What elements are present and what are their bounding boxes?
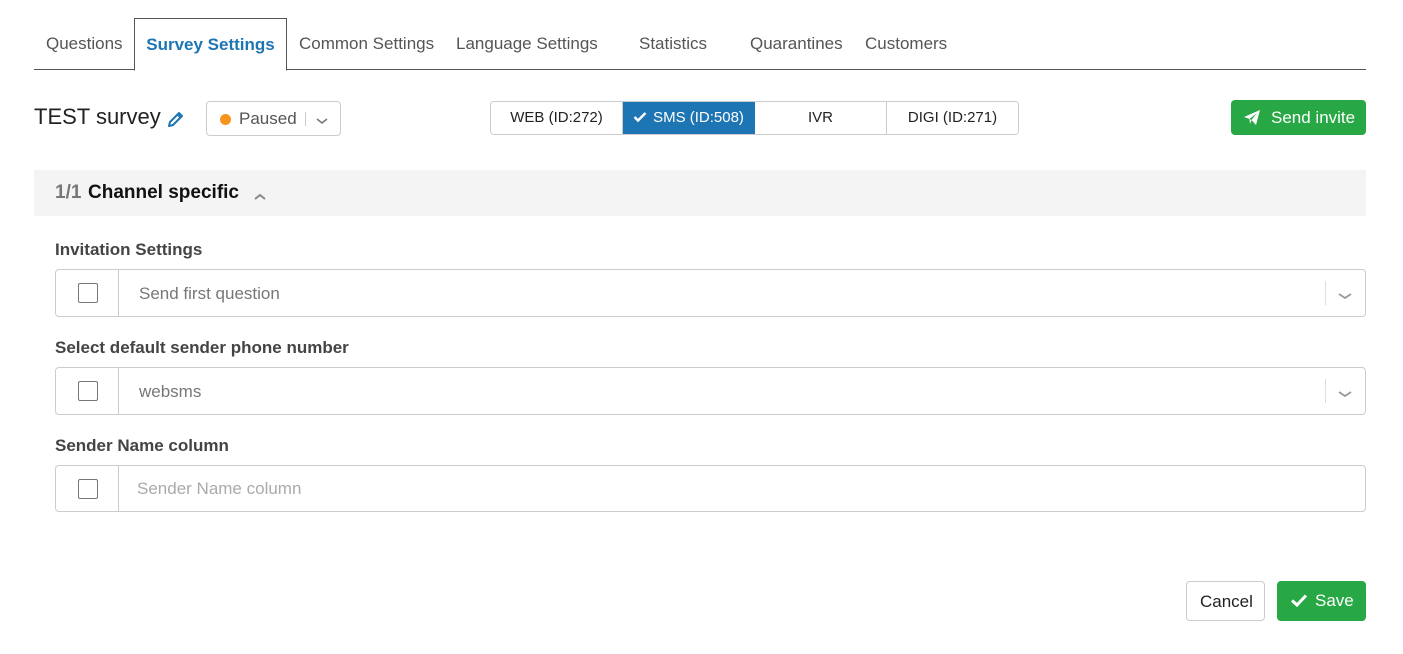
sender-name-field (55, 465, 1366, 512)
tab-common-settings[interactable]: Common Settings (299, 18, 434, 70)
status-dot-icon (220, 114, 231, 125)
tab-survey-settings[interactable]: Survey Settings (134, 18, 287, 71)
send-invite-label: Send invite (1271, 108, 1356, 127)
checkbox-cell (56, 270, 119, 316)
save-label: Save (1315, 591, 1354, 610)
section-title: Channel specific (88, 182, 239, 203)
checkbox-cell (56, 368, 119, 414)
invitation-settings-value: Send first question (139, 284, 280, 303)
invitation-settings-label: Invitation Settings (55, 240, 203, 259)
tab-questions[interactable]: Questions (46, 18, 123, 70)
settings-tabs: Questions Survey Settings Common Setting… (34, 18, 1366, 71)
send-invite-button[interactable]: Send invite (1231, 100, 1366, 135)
invitation-settings-checkbox[interactable] (78, 283, 98, 303)
channel-sms[interactable]: SMS (ID:508) (623, 102, 755, 134)
channel-digi[interactable]: DIGI (ID:271) (887, 102, 1018, 134)
tab-quarantines[interactable]: Quarantines (750, 18, 843, 70)
survey-title: TEST survey (34, 104, 161, 129)
chevron-down-icon (315, 113, 329, 125)
section-count: 1/1 (55, 182, 82, 203)
check-icon (633, 103, 647, 123)
chevron-down-icon[interactable] (1337, 288, 1353, 300)
channel-selector: WEB (ID:272) SMS (ID:508) IVR DIGI (ID:2… (490, 101, 1019, 135)
dropdown-divider (1325, 281, 1326, 305)
channel-sms-label: SMS (ID:508) (653, 109, 744, 126)
sender-name-label: Sender Name column (55, 436, 229, 455)
paper-plane-icon (1243, 109, 1261, 126)
sender-phone-checkbox[interactable] (78, 381, 98, 401)
invitation-settings-select[interactable]: Send first question (55, 269, 1366, 317)
status-divider (305, 112, 306, 126)
sender-phone-value: websms (139, 382, 202, 401)
checkbox-cell (56, 466, 119, 511)
pencil-icon[interactable] (167, 110, 185, 128)
status-dropdown[interactable]: Paused (206, 101, 341, 136)
section-header: 1/1 Channel specific (34, 170, 1366, 216)
tab-language-settings[interactable]: Language Settings (456, 18, 598, 70)
status-label: Paused (239, 109, 297, 128)
channel-web[interactable]: WEB (ID:272) (491, 102, 623, 134)
channel-ivr[interactable]: IVR (755, 102, 887, 134)
chevron-up-icon[interactable] (253, 188, 267, 200)
dropdown-divider (1325, 379, 1326, 403)
sender-phone-label: Select default sender phone number (55, 338, 349, 357)
check-icon (1290, 593, 1308, 608)
chevron-down-icon[interactable] (1337, 386, 1353, 398)
cancel-label: Cancel (1200, 592, 1253, 611)
sender-phone-select[interactable]: websms (55, 367, 1366, 415)
save-button[interactable]: Save (1277, 581, 1366, 621)
sender-name-input[interactable] (120, 466, 1365, 512)
tab-customers[interactable]: Customers (865, 18, 947, 70)
tab-statistics[interactable]: Statistics (639, 18, 707, 70)
sender-name-checkbox[interactable] (78, 479, 98, 499)
cancel-button[interactable]: Cancel (1186, 581, 1265, 621)
